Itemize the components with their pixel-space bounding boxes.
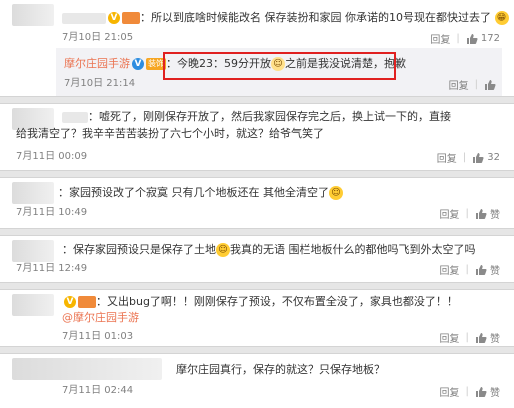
reply-username[interactable]: 摩尔庄园手游: [64, 57, 130, 70]
highlight-box: [163, 52, 396, 80]
comment-body-prefix: ：保存家园预设只是保存了土地: [62, 243, 216, 256]
like-count: 32: [487, 151, 500, 163]
reply-button[interactable]: 回复: [439, 262, 459, 277]
comment-text: ：保存家园预设只是保存了土地 ☺ 我真的无语 围栏地板什么的都他吗飞到外太空了吗: [62, 243, 476, 257]
like-count: 赞: [490, 266, 500, 277]
action-separator: |: [465, 208, 469, 219]
smile-emoji-icon: ☺: [216, 243, 230, 257]
like-button[interactable]: 赞: [475, 206, 500, 221]
comment-actions: 回复 | 赞: [439, 330, 500, 345]
level-badge-icon: [122, 12, 140, 24]
comment-date: 7月11日 10:49: [16, 207, 88, 218]
like-button[interactable]: 赞: [475, 262, 500, 277]
section-divider: [0, 282, 514, 290]
like-count: 赞: [490, 334, 500, 345]
section-divider: [0, 170, 514, 178]
weibo-comment-list: V ：所以到底啥时候能改名 保存装扮和家园 你承诺的10号现在都快过去了 😁 7月…: [0, 0, 514, 408]
comment-item: ：保存家园预设只是保存了土地 ☺ 我真的无语 围栏地板什么的都他吗飞到外太空了吗 7…: [0, 236, 514, 282]
action-separator: |: [465, 264, 469, 275]
thumbs-up-icon: [475, 333, 487, 343]
avatar[interactable]: [12, 358, 162, 380]
thumbs-up-icon: [466, 33, 478, 44]
section-divider: [0, 228, 514, 236]
reply-button[interactable]: 回复: [430, 31, 450, 46]
reply-actions: 回复 |: [449, 77, 496, 92]
comment-text: ：家园预设改了个寂寞 只有几个地板还在 其他全清空了 ☺: [58, 186, 343, 200]
comment-item: V ：所以到底啥时候能改名 保存装扮和家园 你承诺的10号现在都快过去了 😁 7月…: [0, 0, 514, 96]
comment-actions: 回复 | 赞: [439, 262, 500, 277]
comment-text: V ：又出bug了啊！！刚刚保存了预设，不仅布置全没了，家具也都没了！！: [62, 295, 458, 309]
like-count: 172: [480, 32, 500, 44]
like-button[interactable]: 赞: [475, 384, 500, 399]
comment-date: 7月11日 01:03: [62, 331, 134, 342]
comment-date: 7月11日 02:44: [62, 385, 134, 396]
verified-v-icon: V: [132, 58, 144, 70]
grin-emoji-icon: 😁: [494, 11, 509, 25]
username-redacted[interactable]: [62, 12, 106, 24]
action-separator: |: [456, 33, 460, 44]
comment-body: ：所以到底啥时候能改名 保存装扮和家园 你承诺的10号现在都快过去了: [140, 11, 491, 24]
thumbs-up-icon[interactable]: [484, 79, 496, 90]
section-divider: [0, 346, 514, 354]
smile-emoji-icon: ☺: [329, 186, 343, 200]
comment-body-suffix: 我真的无语 围栏地板什么的都他吗飞到外太空了吗: [230, 243, 476, 256]
avatar[interactable]: [12, 182, 54, 204]
comment-text-line-1: ：嘘死了，刚刚保存开放了，然后我家园保存完之后，换上试一下的，直接: [62, 110, 451, 124]
action-separator: |: [465, 386, 469, 397]
avatar[interactable]: [12, 240, 54, 262]
reply-button[interactable]: 回复: [437, 150, 457, 165]
comment-item: V ：又出bug了啊！！刚刚保存了预设，不仅布置全没了，家具也都没了！！ @摩尔庄…: [0, 290, 514, 346]
thumbs-up-icon: [475, 209, 487, 219]
avatar[interactable]: [12, 4, 54, 26]
reply-button[interactable]: 回复: [439, 206, 459, 221]
section-divider: [0, 96, 514, 104]
like-button[interactable]: 赞: [475, 330, 500, 345]
reply-date: 7月10日 21:14: [64, 78, 136, 89]
comment-date: 7月10日 21:05: [62, 32, 134, 43]
comment-item: 摩尔庄园真行，保存的就这？只保存地板？ 7月11日 02:44 回复 | 赞: [0, 354, 514, 408]
comment-text: 摩尔庄园真行，保存的就这？只保存地板？: [176, 363, 385, 376]
action-separator: |: [474, 79, 478, 90]
action-separator: |: [465, 332, 469, 343]
like-button[interactable]: 172: [466, 33, 500, 45]
comment-actions: 回复 | 32: [437, 150, 500, 165]
thumbs-up-icon: [475, 387, 487, 397]
comment-actions: 回复 | 赞: [439, 384, 500, 399]
comment-body: ：嘘死了，刚刚保存开放了，然后我家园保存完之后，换上试一下的，直接: [88, 110, 451, 123]
mention-link[interactable]: @摩尔庄园手游: [62, 311, 139, 325]
comment-item: ：嘘死了，刚刚保存开放了，然后我家园保存完之后，换上试一下的，直接 给我清空了？…: [0, 104, 514, 170]
verified-v-icon: V: [64, 296, 76, 308]
like-button[interactable]: 32: [472, 152, 500, 164]
comment-date: 7月11日 12:49: [16, 263, 88, 274]
like-count: 赞: [490, 388, 500, 399]
thumbs-up-icon: [475, 265, 487, 275]
level-badge-icon: [78, 296, 96, 308]
like-count: 赞: [490, 210, 500, 221]
comment-text: V ：所以到底啥时候能改名 保存装扮和家园 你承诺的10号现在都快过去了 😁: [62, 11, 509, 25]
comment-actions: 回复 | 172: [430, 31, 500, 46]
comment-text-line-2: 给我清空了？我辛辛苦苦装扮了六七个小时，就这？给爷气笑了: [16, 127, 324, 140]
reply-button[interactable]: 回复: [449, 77, 469, 92]
thumbs-up-icon: [473, 152, 484, 163]
username-redacted[interactable]: [62, 111, 88, 123]
action-separator: |: [462, 152, 467, 163]
avatar[interactable]: [12, 294, 54, 316]
comment-body: ：家园预设改了个寂寞 只有几个地板还在 其他全清空了: [58, 186, 329, 199]
comment-date: 7月11日 00:09: [16, 151, 88, 162]
comment-item: ：家园预设改了个寂寞 只有几个地板还在 其他全清空了 ☺ 7月11日 10:49 …: [0, 178, 514, 228]
verified-v-icon: V: [108, 12, 120, 24]
reply-button[interactable]: 回复: [439, 330, 459, 345]
comment-body: ：又出bug了啊！！刚刚保存了预设，不仅布置全没了，家具也都没了！！: [96, 295, 458, 308]
reply-button[interactable]: 回复: [439, 384, 459, 399]
comment-actions: 回复 | 赞: [439, 206, 500, 221]
